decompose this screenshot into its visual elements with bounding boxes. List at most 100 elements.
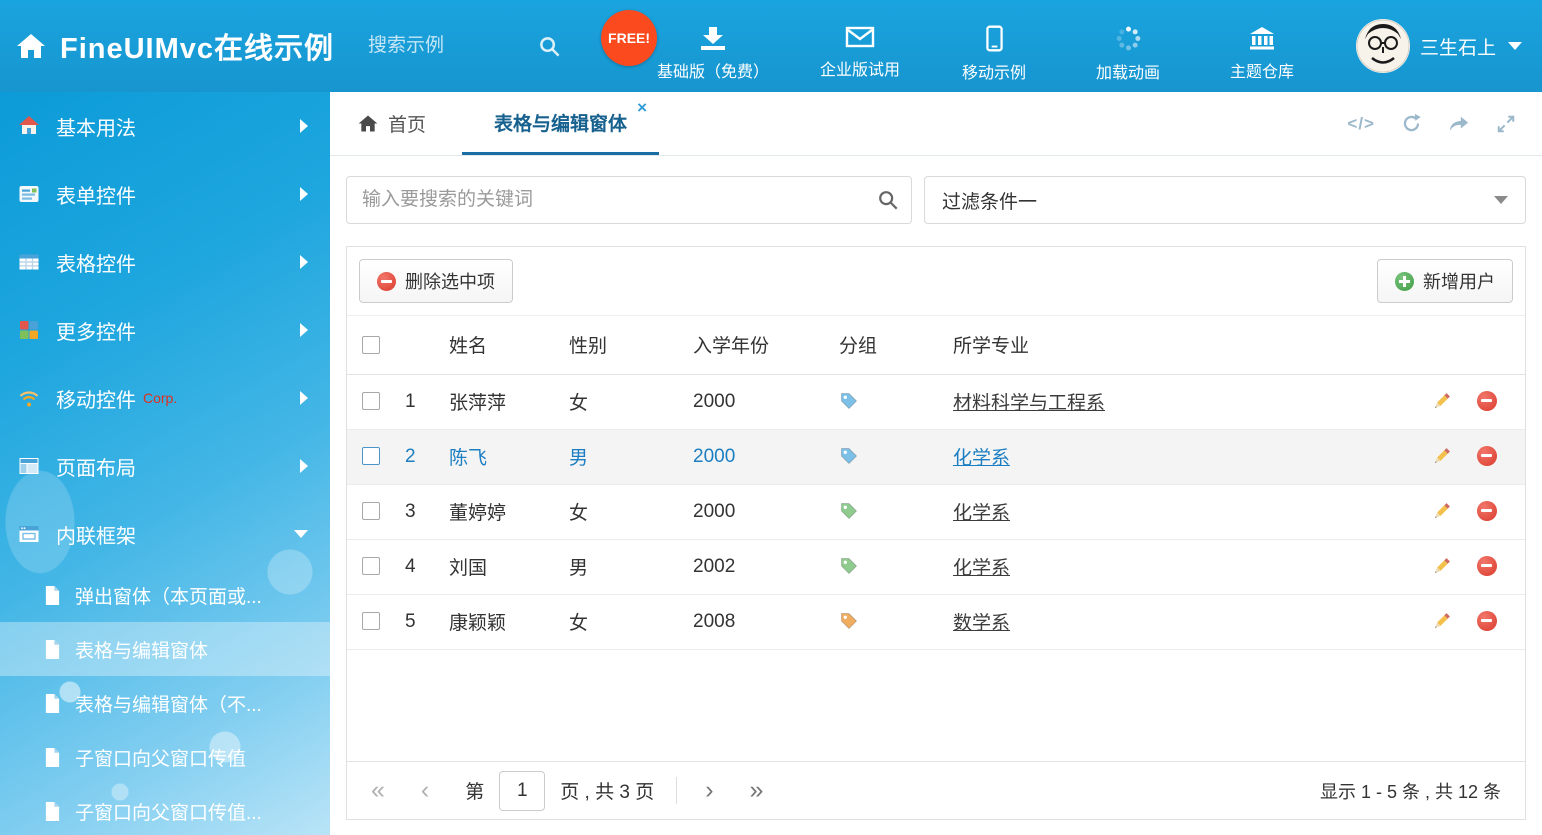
sidebar-item-grid-controls[interactable]: 表格控件: [0, 228, 330, 296]
sidebar-item-mobile-controls[interactable]: 移动控件 Corp.: [0, 364, 330, 432]
delete-icon[interactable]: [1477, 446, 1497, 466]
delete-icon[interactable]: [1477, 611, 1497, 631]
filter-dropdown[interactable]: 过滤条件一: [924, 176, 1526, 224]
frame-icon: [18, 523, 40, 545]
row-checkbox[interactable]: [362, 502, 380, 520]
delete-selected-button[interactable]: 删除选中项: [359, 259, 513, 303]
app-logo[interactable]: FineUIMvc在线示例: [0, 25, 334, 67]
major-link[interactable]: 化学系: [953, 558, 1010, 579]
select-all-checkbox[interactable]: [362, 336, 380, 354]
close-icon[interactable]: ×: [637, 99, 647, 116]
sidebar-item-basic-usage[interactable]: 基本用法: [0, 92, 330, 160]
col-header-year[interactable]: 入学年份: [693, 316, 839, 374]
cell-gender: 男: [569, 539, 693, 594]
edit-icon[interactable]: [1431, 446, 1452, 467]
code-icon[interactable]: </>: [1347, 114, 1375, 134]
table-row[interactable]: 1 张萍萍 女 2000 材料科学与工程系: [347, 374, 1525, 429]
table-row[interactable]: 4 刘国 男 2002 化学系: [347, 539, 1525, 594]
nav-label: 加载动画: [1096, 59, 1160, 83]
bank-icon: [1248, 25, 1276, 51]
col-header-gender[interactable]: 性别: [569, 316, 693, 374]
sidebar-subitem-label: 子窗口向父窗口传值: [75, 744, 246, 771]
tab-grid-edit-window[interactable]: 表格与编辑窗体 ×: [462, 92, 659, 155]
edit-icon[interactable]: [1431, 501, 1452, 522]
refresh-icon[interactable]: [1401, 113, 1422, 134]
cell-gender: 女: [569, 594, 693, 649]
expand-icon[interactable]: [1496, 114, 1516, 134]
nav-loading-animation[interactable]: 加载动画: [1085, 10, 1171, 83]
home-icon: [358, 114, 378, 133]
row-checkbox[interactable]: [362, 612, 380, 630]
sidebar-subitem-label: 弹出窗体（本页面或...: [75, 582, 262, 609]
page-input[interactable]: [499, 771, 545, 811]
sidebar-subitem-child-to-parent[interactable]: 子窗口向父窗口传值: [0, 730, 330, 784]
major-link[interactable]: 化学系: [953, 503, 1010, 524]
sidebar-subitem-grid-edit-window[interactable]: 表格与编辑窗体: [0, 622, 330, 676]
edit-icon[interactable]: [1431, 556, 1452, 577]
nav-theme-repo[interactable]: 主题仓库: [1219, 10, 1305, 82]
tab-label: 表格与编辑窗体: [494, 109, 627, 136]
nav-label: 基础版（免费）: [657, 58, 769, 82]
next-page-button[interactable]: ›: [705, 778, 713, 803]
delete-icon[interactable]: [1477, 501, 1497, 521]
header-search-input[interactable]: [368, 35, 538, 57]
file-icon: [44, 801, 61, 822]
col-header-major[interactable]: 所学专业: [953, 316, 1395, 374]
download-icon: [699, 25, 727, 51]
sidebar-subitem-child-to-parent-2[interactable]: 子窗口向父窗口传值...: [0, 784, 330, 835]
file-icon: [44, 585, 61, 606]
col-header-group[interactable]: 分组: [839, 316, 953, 374]
nav-mobile-demo[interactable]: 移动示例: [951, 10, 1037, 83]
row-checkbox[interactable]: [362, 557, 380, 575]
sidebar-subitem-label: 表格与编辑窗体（不...: [75, 690, 262, 717]
sidebar-item-inline-frame[interactable]: 内联框架: [0, 500, 330, 568]
delete-icon[interactable]: [1477, 391, 1497, 411]
spinner-icon: [1115, 25, 1142, 52]
file-icon: [44, 639, 61, 660]
row-checkbox[interactable]: [362, 447, 380, 465]
page-prefix: 第: [465, 777, 484, 804]
filter-selected-value: 过滤条件一: [942, 187, 1037, 214]
add-user-button[interactable]: 新增用户: [1377, 259, 1513, 303]
chevron-down-icon: [1494, 196, 1508, 204]
nav-basic-edition[interactable]: FREE! 基础版（免费）: [657, 10, 769, 82]
keyword-search-input[interactable]: [346, 176, 912, 224]
sidebar-subitem-label: 表格与编辑窗体: [75, 636, 208, 663]
major-link[interactable]: 化学系: [953, 448, 1010, 469]
major-link[interactable]: 数学系: [953, 613, 1010, 634]
table-row[interactable]: 2 陈飞 男 2000 化学系: [347, 429, 1525, 484]
tab-home[interactable]: 首页: [348, 92, 436, 155]
edit-icon[interactable]: [1431, 611, 1452, 632]
table-row[interactable]: 5 康颖颖 女 2008 数学系: [347, 594, 1525, 649]
sidebar-item-more-controls[interactable]: 更多控件: [0, 296, 330, 364]
first-page-button[interactable]: «: [371, 778, 385, 803]
delete-icon[interactable]: [1477, 556, 1497, 576]
last-page-button[interactable]: »: [750, 778, 764, 803]
button-label: 新增用户: [1423, 268, 1495, 294]
prev-page-button[interactable]: ‹: [421, 778, 429, 803]
table-row[interactable]: 3 董婷婷 女 2000 化学系: [347, 484, 1525, 539]
major-link[interactable]: 材料科学与工程系: [953, 393, 1105, 414]
cell-year: 2002: [693, 539, 839, 594]
cell-name: 董婷婷: [449, 484, 569, 539]
header-search[interactable]: [368, 35, 561, 58]
grid-toolbar: 删除选中项 新增用户: [347, 247, 1525, 316]
row-checkbox[interactable]: [362, 392, 380, 410]
user-name: 三生石上: [1420, 33, 1496, 60]
sidebar-item-page-layout[interactable]: 页面布局: [0, 432, 330, 500]
col-header-name[interactable]: 姓名: [449, 316, 569, 374]
forward-icon[interactable]: [1448, 114, 1470, 134]
search-icon[interactable]: [877, 189, 899, 211]
search-icon[interactable]: [538, 35, 561, 58]
application-window: FineUIMvc在线示例 FREE! 基础版（免费） 企业版试用 移动示例: [0, 0, 1542, 835]
grid-panel: 删除选中项 新增用户 姓名 性别 入学年份: [346, 246, 1526, 820]
cell-gender: 女: [569, 374, 693, 429]
cell-name: 康颖颖: [449, 594, 569, 649]
edit-icon[interactable]: [1431, 391, 1452, 412]
user-menu[interactable]: 三生石上: [1356, 19, 1522, 73]
table-wrap: 姓名 性别 入学年份 分组 所学专业 1 张萍萍: [347, 316, 1525, 761]
sidebar-subitem-grid-edit-window-2[interactable]: 表格与编辑窗体（不...: [0, 676, 330, 730]
sidebar-subitem-popup-window[interactable]: 弹出窗体（本页面或...: [0, 568, 330, 622]
nav-enterprise-trial[interactable]: 企业版试用: [817, 10, 903, 80]
sidebar-item-form-controls[interactable]: 表单控件: [0, 160, 330, 228]
